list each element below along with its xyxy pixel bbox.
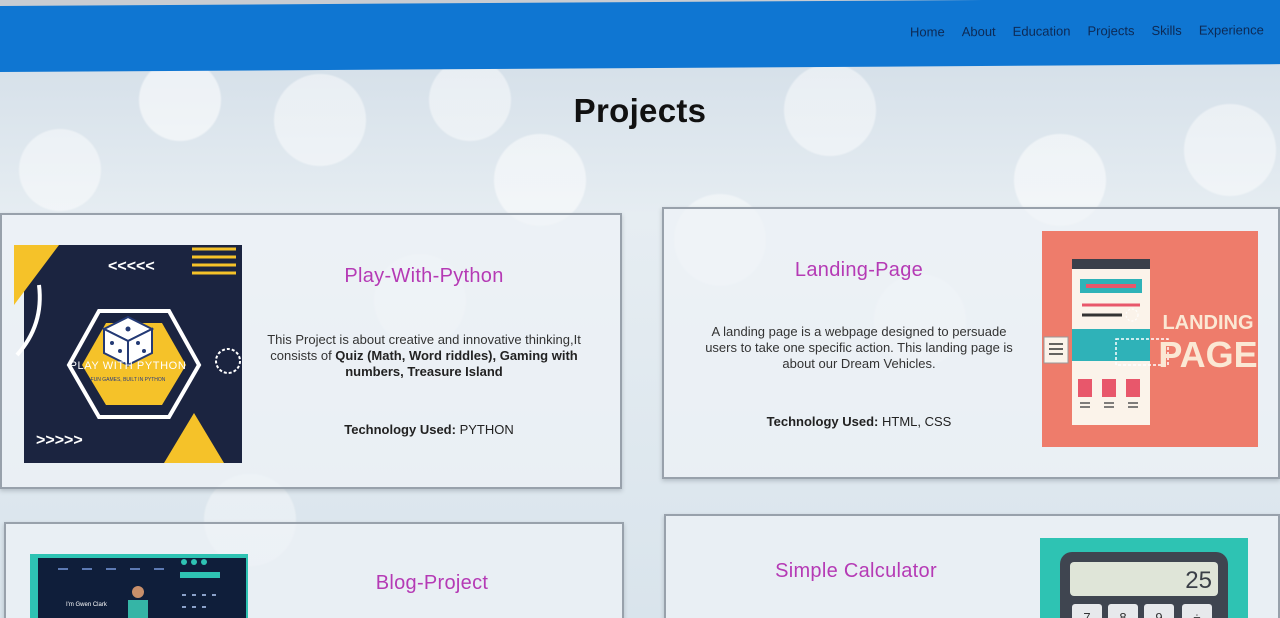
project-card-simple-calculator[interactable]: Simple Calculator 25 7 8 9 ÷ <box>664 514 1280 618</box>
thumb-text-landing: LANDING <box>1162 312 1253 334</box>
project-title[interactable]: Play-With-Python <box>264 265 584 288</box>
project-title[interactable]: Landing-Page <box>694 259 1024 282</box>
thumb-title-text: PLAY WITH PYTHON <box>70 360 187 372</box>
thumb-subtitle-text: FUN GAMES, BUILT IN PYTHON <box>91 377 166 383</box>
thumb-text-blog: I'm Gwen Clark <box>66 602 108 608</box>
tech-label: Technology Used: <box>344 422 456 437</box>
project-thumbnail: <<<<< >>>>> PLAY WITH PYTHON FUN GAMES, … <box>14 245 242 463</box>
nav-skills[interactable]: Skills <box>1151 23 1181 38</box>
nav-experience[interactable]: Experience <box>1199 22 1264 37</box>
project-card-blog-project[interactable]: I'm Gwen Clark Blog-Project <box>4 522 624 618</box>
calc-key: 8 <box>1119 610 1126 618</box>
project-title[interactable]: Blog-Project <box>272 572 592 595</box>
thumb-arrows-right: >>>>> <box>36 432 83 449</box>
page-title: Projects <box>573 92 707 129</box>
project-thumbnail: LANDING PAGE <box>1042 231 1258 447</box>
tech-label: Technology Used: <box>766 414 879 429</box>
project-card-play-with-python[interactable]: <<<<< >>>>> PLAY WITH PYTHON FUN GAMES, … <box>0 213 622 489</box>
thumb-text-page: PAGE <box>1158 334 1257 375</box>
calc-display: 25 <box>1185 567 1212 594</box>
calc-key: ÷ <box>1193 610 1200 618</box>
project-description: This Project is about creative and innov… <box>254 332 594 380</box>
project-thumbnail: I'm Gwen Clark <box>30 554 248 618</box>
calc-key: 7 <box>1083 610 1090 618</box>
project-technology: Technology Used: PYTHON <box>264 422 594 437</box>
project-card-landing-page[interactable]: Landing-Page A landing page is a webpage… <box>662 207 1280 479</box>
project-description: A landing page is a webpage designed to … <box>705 324 1013 371</box>
tech-value: HTML, CSS <box>882 414 952 429</box>
project-title[interactable]: Simple Calculator <box>696 560 1016 583</box>
nav-projects[interactable]: Projects <box>1088 23 1135 38</box>
project-technology: Technology Used: HTML, CSS <box>694 414 1024 429</box>
nav-links: Home About Education Projects Skills Exp… <box>910 22 1264 39</box>
calc-key: 9 <box>1155 610 1162 618</box>
project-description-bold: Quiz (Math, Word riddles), Gaming with n… <box>335 348 578 379</box>
thumb-arrows-left: <<<<< <box>108 258 155 275</box>
nav-about[interactable]: About <box>962 24 996 39</box>
nav-education[interactable]: Education <box>1013 23 1071 38</box>
tech-value: PYTHON <box>459 422 514 437</box>
project-thumbnail: 25 7 8 9 ÷ <box>1040 538 1248 618</box>
nav-home[interactable]: Home <box>910 24 945 39</box>
navbar: Home About Education Projects Skills Exp… <box>0 0 1280 73</box>
